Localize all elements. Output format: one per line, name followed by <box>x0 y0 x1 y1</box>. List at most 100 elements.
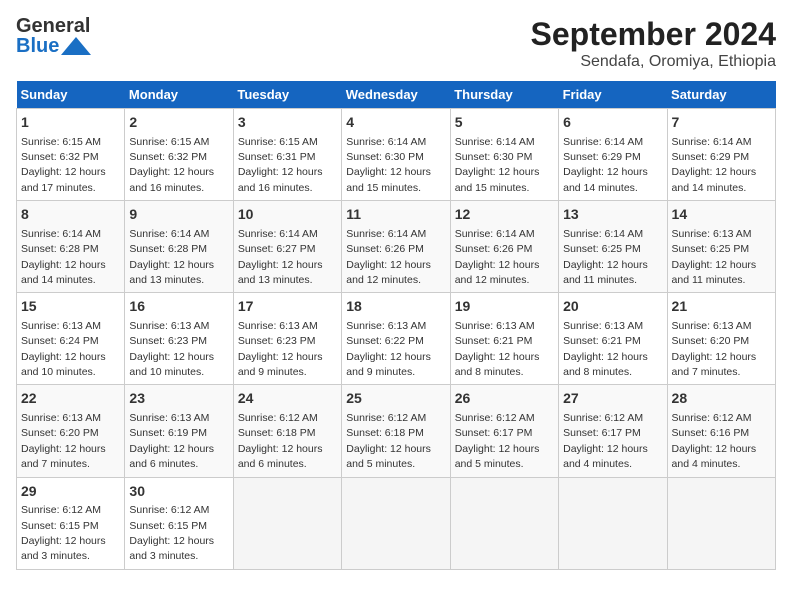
calendar-cell: 29Sunrise: 6:12 AM Sunset: 6:15 PM Dayli… <box>17 477 125 569</box>
col-header-thursday: Thursday <box>450 81 558 109</box>
calendar-cell <box>559 477 667 569</box>
calendar-cell: 13 Sunrise: 6:14 AM Sunset: 6:25 PM Dayli… <box>559 201 667 293</box>
calendar-week-5: 29Sunrise: 6:12 AM Sunset: 6:15 PM Dayli… <box>17 477 776 569</box>
logo-icon <box>61 37 91 55</box>
page-title: September 2024 <box>531 16 776 53</box>
col-header-wednesday: Wednesday <box>342 81 450 109</box>
calendar-cell: 15 Sunrise: 6:13 AM Sunset: 6:24 PM Dayli… <box>17 293 125 385</box>
day-number: 5 <box>455 113 554 133</box>
calendar-cell: 5 Sunrise: 6:14 AM Sunset: 6:30 PM Daylig… <box>450 109 558 201</box>
col-header-saturday: Saturday <box>667 81 775 109</box>
day-number: 10 <box>238 205 337 225</box>
calendar-header-row: SundayMondayTuesdayWednesdayThursdayFrid… <box>17 81 776 109</box>
day-info: Sunrise: 6:13 AM Sunset: 6:21 PM Dayligh… <box>563 320 648 378</box>
day-info: Sunrise: 6:14 AM Sunset: 6:26 PM Dayligh… <box>455 228 540 286</box>
col-header-tuesday: Tuesday <box>233 81 341 109</box>
calendar-week-3: 15 Sunrise: 6:13 AM Sunset: 6:24 PM Dayli… <box>17 293 776 385</box>
day-number: 21 <box>672 297 771 317</box>
calendar-cell: 30Sunrise: 6:12 AM Sunset: 6:15 PM Dayli… <box>125 477 233 569</box>
day-number: 25 <box>346 389 445 409</box>
calendar-cell: 6 Sunrise: 6:14 AM Sunset: 6:29 PM Daylig… <box>559 109 667 201</box>
logo-general-text: General <box>16 16 91 36</box>
calendar-table: SundayMondayTuesdayWednesdayThursdayFrid… <box>16 81 776 570</box>
calendar-cell: 7 Sunrise: 6:14 AM Sunset: 6:29 PM Daylig… <box>667 109 775 201</box>
day-number: 17 <box>238 297 337 317</box>
logo-blue-text: Blue <box>16 36 59 56</box>
day-number: 29 <box>21 482 120 502</box>
day-info: Sunrise: 6:12 AM Sunset: 6:16 PM Dayligh… <box>672 412 757 470</box>
day-number: 4 <box>346 113 445 133</box>
day-number: 1 <box>21 113 120 133</box>
day-info: Sunrise: 6:14 AM Sunset: 6:26 PM Dayligh… <box>346 228 431 286</box>
day-info: Sunrise: 6:14 AM Sunset: 6:28 PM Dayligh… <box>21 228 106 286</box>
day-number: 16 <box>129 297 228 317</box>
calendar-cell: 16 Sunrise: 6:13 AM Sunset: 6:23 PM Dayli… <box>125 293 233 385</box>
day-info: Sunrise: 6:15 AM Sunset: 6:31 PM Dayligh… <box>238 136 323 194</box>
day-number: 13 <box>563 205 662 225</box>
day-info: Sunrise: 6:14 AM Sunset: 6:29 PM Dayligh… <box>563 136 648 194</box>
calendar-cell: 26 Sunrise: 6:12 AM Sunset: 6:17 PM Dayli… <box>450 385 558 477</box>
page-header: General Blue September 2024 Sendafa, Oro… <box>16 16 776 71</box>
day-info: Sunrise: 6:12 AM Sunset: 6:15 PM Dayligh… <box>21 504 106 562</box>
day-number: 26 <box>455 389 554 409</box>
calendar-cell: 18 Sunrise: 6:13 AM Sunset: 6:22 PM Dayli… <box>342 293 450 385</box>
calendar-cell: 10 Sunrise: 6:14 AM Sunset: 6:27 PM Dayli… <box>233 201 341 293</box>
calendar-cell <box>667 477 775 569</box>
day-number: 14 <box>672 205 771 225</box>
day-number: 27 <box>563 389 662 409</box>
day-info: Sunrise: 6:15 AM Sunset: 6:32 PM Dayligh… <box>129 136 214 194</box>
day-number: 7 <box>672 113 771 133</box>
day-number: 24 <box>238 389 337 409</box>
day-number: 8 <box>21 205 120 225</box>
day-info: Sunrise: 6:14 AM Sunset: 6:25 PM Dayligh… <box>563 228 648 286</box>
day-info: Sunrise: 6:12 AM Sunset: 6:17 PM Dayligh… <box>455 412 540 470</box>
day-number: 6 <box>563 113 662 133</box>
calendar-week-4: 22Sunrise: 6:13 AM Sunset: 6:20 PM Dayli… <box>17 385 776 477</box>
calendar-cell: 21Sunrise: 6:13 AM Sunset: 6:20 PM Dayli… <box>667 293 775 385</box>
day-info: Sunrise: 6:14 AM Sunset: 6:27 PM Dayligh… <box>238 228 323 286</box>
day-info: Sunrise: 6:14 AM Sunset: 6:28 PM Dayligh… <box>129 228 214 286</box>
calendar-cell: 2 Sunrise: 6:15 AM Sunset: 6:32 PM Daylig… <box>125 109 233 201</box>
day-info: Sunrise: 6:13 AM Sunset: 6:23 PM Dayligh… <box>238 320 323 378</box>
day-number: 20 <box>563 297 662 317</box>
calendar-cell: 1Sunrise: 6:15 AM Sunset: 6:32 PM Daylig… <box>17 109 125 201</box>
day-info: Sunrise: 6:14 AM Sunset: 6:29 PM Dayligh… <box>672 136 757 194</box>
day-info: Sunrise: 6:14 AM Sunset: 6:30 PM Dayligh… <box>455 136 540 194</box>
col-header-monday: Monday <box>125 81 233 109</box>
day-info: Sunrise: 6:13 AM Sunset: 6:21 PM Dayligh… <box>455 320 540 378</box>
calendar-week-1: 1 Sunrise: 6:15 AM Sunset: 6:32 PM Daylig… <box>17 109 776 201</box>
calendar-cell: 27Sunrise: 6:12 AM Sunset: 6:17 PM Dayli… <box>559 385 667 477</box>
calendar-cell: 23Sunrise: 6:13 AM Sunset: 6:19 PM Dayli… <box>125 385 233 477</box>
calendar-cell <box>233 477 341 569</box>
day-info: Sunrise: 6:13 AM Sunset: 6:20 PM Dayligh… <box>21 412 106 470</box>
logo: General Blue <box>16 16 91 56</box>
col-header-sunday: Sunday <box>17 81 125 109</box>
day-info: Sunrise: 6:12 AM Sunset: 6:18 PM Dayligh… <box>346 412 431 470</box>
calendar-cell <box>450 477 558 569</box>
day-number: 18 <box>346 297 445 317</box>
calendar-cell: 14Sunrise: 6:13 AM Sunset: 6:25 PM Dayli… <box>667 201 775 293</box>
calendar-cell: 22Sunrise: 6:13 AM Sunset: 6:20 PM Dayli… <box>17 385 125 477</box>
calendar-cell: 28 Sunrise: 6:12 AM Sunset: 6:16 PM Dayli… <box>667 385 775 477</box>
page-subtitle: Sendafa, Oromiya, Ethiopia <box>531 53 776 71</box>
day-info: Sunrise: 6:13 AM Sunset: 6:22 PM Dayligh… <box>346 320 431 378</box>
calendar-cell: 19Sunrise: 6:13 AM Sunset: 6:21 PM Dayli… <box>450 293 558 385</box>
logo-name: General Blue <box>16 16 91 56</box>
day-info: Sunrise: 6:13 AM Sunset: 6:23 PM Dayligh… <box>129 320 214 378</box>
day-number: 9 <box>129 205 228 225</box>
day-number: 3 <box>238 113 337 133</box>
day-number: 2 <box>129 113 228 133</box>
day-info: Sunrise: 6:12 AM Sunset: 6:18 PM Dayligh… <box>238 412 323 470</box>
calendar-cell: 8 Sunrise: 6:14 AM Sunset: 6:28 PM Daylig… <box>17 201 125 293</box>
calendar-cell: 17 Sunrise: 6:13 AM Sunset: 6:23 PM Dayli… <box>233 293 341 385</box>
calendar-cell: 4Sunrise: 6:14 AM Sunset: 6:30 PM Daylig… <box>342 109 450 201</box>
day-number: 15 <box>21 297 120 317</box>
calendar-cell: 3 Sunrise: 6:15 AM Sunset: 6:31 PM Daylig… <box>233 109 341 201</box>
calendar-cell <box>342 477 450 569</box>
calendar-cell: 11Sunrise: 6:14 AM Sunset: 6:26 PM Dayli… <box>342 201 450 293</box>
calendar-week-2: 8 Sunrise: 6:14 AM Sunset: 6:28 PM Daylig… <box>17 201 776 293</box>
day-number: 28 <box>672 389 771 409</box>
col-header-friday: Friday <box>559 81 667 109</box>
calendar-cell: 20 Sunrise: 6:13 AM Sunset: 6:21 PM Dayli… <box>559 293 667 385</box>
day-info: Sunrise: 6:13 AM Sunset: 6:24 PM Dayligh… <box>21 320 106 378</box>
